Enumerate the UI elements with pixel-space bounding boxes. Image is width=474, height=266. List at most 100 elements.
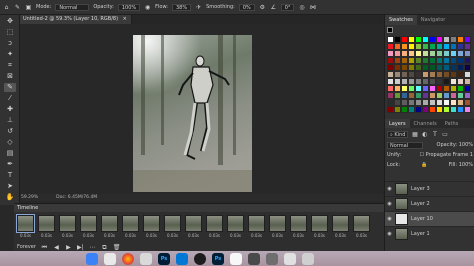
timeline-frame[interactable]: 0.03s — [352, 214, 371, 240]
timeline-header[interactable]: Timeline — [14, 204, 384, 212]
color-swatch[interactable] — [443, 36, 450, 43]
color-swatch[interactable] — [401, 106, 408, 113]
color-swatch[interactable] — [401, 92, 408, 99]
path-select-tool-icon[interactable]: ➤ — [4, 182, 16, 191]
color-swatch[interactable] — [408, 64, 415, 71]
color-swatch[interactable] — [429, 85, 436, 92]
color-swatch[interactable] — [450, 43, 457, 50]
color-swatch[interactable] — [464, 64, 471, 71]
color-swatch[interactable] — [450, 36, 457, 43]
color-swatch[interactable] — [450, 92, 457, 99]
color-swatch[interactable] — [436, 106, 443, 113]
eraser-tool-icon[interactable]: ◇ — [4, 138, 16, 147]
color-swatch[interactable] — [394, 64, 401, 71]
color-swatch[interactable] — [422, 106, 429, 113]
outlook-icon[interactable] — [176, 253, 188, 265]
color-swatch[interactable] — [457, 99, 464, 106]
layer-row[interactable]: ◉ Layer 2 — [385, 196, 474, 211]
propagate-checkbox[interactable]: ☐ — [420, 152, 424, 158]
clone-stamp-tool-icon[interactable]: ⊥ — [4, 116, 16, 125]
color-swatch[interactable] — [443, 85, 450, 92]
loop-select[interactable]: Forever — [17, 244, 36, 250]
color-swatch[interactable] — [464, 78, 471, 85]
prev-frame-icon[interactable]: ◀ — [53, 244, 60, 251]
airbrush-icon[interactable]: ✈ — [195, 4, 202, 11]
calendar-icon[interactable] — [230, 253, 242, 265]
color-swatch[interactable] — [394, 43, 401, 50]
layer-name[interactable]: Layer 1 — [411, 231, 430, 237]
angle-field[interactable]: 0° — [280, 3, 295, 11]
folder-icon[interactable] — [284, 253, 296, 265]
next-frame-icon[interactable]: ▶| — [77, 244, 84, 251]
play-icon[interactable]: ▶ — [65, 244, 72, 251]
frame-tool-icon[interactable]: ⊠ — [4, 72, 16, 81]
chrome-icon[interactable] — [122, 253, 134, 265]
color-swatch[interactable] — [387, 71, 394, 78]
healing-tool-icon[interactable]: ✚ — [4, 105, 16, 114]
photoshop-home-icon[interactable]: ⌂ — [3, 4, 10, 11]
timeline-frame[interactable]: 0.03s — [289, 214, 308, 240]
color-swatch[interactable] — [408, 57, 415, 64]
color-swatch[interactable] — [415, 78, 422, 85]
color-swatch[interactable] — [415, 92, 422, 99]
timeline-frame[interactable]: 0.03s — [205, 214, 224, 240]
color-swatch[interactable] — [415, 85, 422, 92]
color-swatch[interactable] — [464, 106, 471, 113]
color-swatch[interactable] — [450, 99, 457, 106]
color-swatch[interactable] — [401, 71, 408, 78]
color-swatch[interactable] — [415, 36, 422, 43]
color-swatch[interactable] — [408, 92, 415, 99]
color-swatch[interactable] — [436, 71, 443, 78]
color-swatch[interactable] — [436, 85, 443, 92]
symmetry-icon[interactable]: ⋈ — [309, 4, 316, 11]
color-swatch[interactable] — [415, 64, 422, 71]
color-swatch[interactable] — [443, 106, 450, 113]
color-swatch[interactable] — [436, 78, 443, 85]
zoom-level[interactable]: 59.29% — [21, 194, 38, 201]
marquee-tool-icon[interactable]: ⬚ — [4, 28, 16, 37]
timeline-frame[interactable]: 0.03s — [163, 214, 182, 240]
color-swatch[interactable] — [429, 92, 436, 99]
eye-icon[interactable]: ◉ — [387, 231, 392, 237]
color-swatch[interactable] — [429, 50, 436, 57]
timeline-frame[interactable]: 0.03s — [37, 214, 56, 240]
tab-layers[interactable]: Layers — [385, 119, 410, 128]
color-swatch[interactable] — [429, 78, 436, 85]
color-swatch[interactable] — [443, 78, 450, 85]
timeline-frame[interactable]: 0.03s — [16, 214, 35, 240]
color-swatch[interactable] — [422, 92, 429, 99]
timeline-frame[interactable]: 0.03s — [58, 214, 77, 240]
tween-icon[interactable]: ⋯ — [89, 244, 96, 251]
color-swatch[interactable] — [443, 57, 450, 64]
eye-icon[interactable]: ◉ — [387, 186, 392, 192]
color-swatch[interactable] — [394, 36, 401, 43]
color-swatch[interactable] — [408, 71, 415, 78]
color-swatch[interactable] — [394, 106, 401, 113]
color-swatch[interactable] — [429, 106, 436, 113]
color-swatch[interactable] — [429, 71, 436, 78]
color-swatch[interactable] — [443, 92, 450, 99]
color-swatch[interactable] — [443, 99, 450, 106]
color-swatch[interactable] — [422, 57, 429, 64]
lasso-tool-icon[interactable]: ↄ — [4, 39, 16, 48]
photoshop-icon[interactable]: Ps — [158, 253, 170, 265]
color-swatch[interactable] — [443, 50, 450, 57]
opacity-field[interactable]: 100% — [117, 3, 141, 11]
fill-field[interactable]: 100% — [459, 162, 473, 168]
color-swatch[interactable] — [422, 36, 429, 43]
history-brush-tool-icon[interactable]: ↺ — [4, 127, 16, 136]
color-swatch[interactable] — [450, 78, 457, 85]
color-swatch[interactable] — [450, 106, 457, 113]
timeline-frame[interactable]: 0.03s — [331, 214, 350, 240]
document-canvas[interactable] — [133, 35, 252, 192]
color-swatch[interactable] — [401, 50, 408, 57]
color-swatch[interactable] — [408, 50, 415, 57]
quick-select-tool-icon[interactable]: ✦ — [4, 50, 16, 59]
color-swatch[interactable] — [429, 64, 436, 71]
color-swatch[interactable] — [436, 43, 443, 50]
color-swatch[interactable] — [457, 78, 464, 85]
layer-name[interactable]: Layer 2 — [411, 201, 430, 207]
color-swatch[interactable] — [408, 106, 415, 113]
type-filter-icon[interactable]: T — [431, 131, 438, 138]
color-swatch[interactable] — [436, 36, 443, 43]
